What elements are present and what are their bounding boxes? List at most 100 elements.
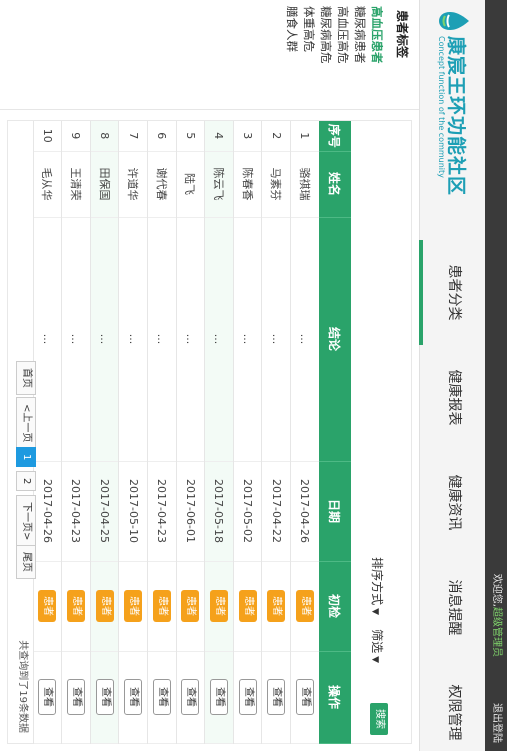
view-button[interactable]: 查看 [209, 679, 228, 715]
nav-label: 健康资讯 [446, 474, 462, 531]
table-row: 8 田保国 ... 2017-04-25 患者 查看 [90, 121, 119, 743]
top-bar: 欢迎您,超级管理员 退出登陆 [485, 0, 507, 751]
cell-check: 患者 [147, 561, 177, 651]
view-button[interactable]: 查看 [95, 679, 114, 715]
cell-action: 查看 [61, 651, 91, 743]
view-button[interactable]: 查看 [124, 679, 143, 715]
table-row: 3 陈春香 ... 2017-05-02 患者 查看 [233, 121, 262, 743]
sort-dropdown[interactable]: 排序方式 ▼ [369, 557, 386, 615]
nav-label: 权限管理 [446, 684, 462, 741]
logout-link[interactable]: 退出登陆 [485, 703, 507, 743]
logo-subtitle: Concept function of the community [437, 36, 446, 178]
cell-date: 2017-06-01 [176, 461, 205, 561]
first-page-button[interactable]: 首页 [16, 361, 36, 395]
toolbar: 排序方式 ▼ 筛选 ▼ 搜索 [363, 121, 411, 743]
cell-date: 2017-04-22 [261, 461, 291, 561]
main-panel: 排序方式 ▼ 筛选▼ 搜索 序号 姓名 结论 日期 初检 操作 1 骆祺瑞 ...… [7, 120, 412, 744]
patient-table: 序号 姓名 结论 日期 初检 操作 1 骆祺瑞 ... 2017-04-26 患… [33, 121, 351, 744]
search-button[interactable]: 搜索 [370, 703, 388, 735]
cell-date: 2017-05-10 [118, 461, 148, 561]
cell-action: 查看 [233, 651, 262, 743]
col-header-name: 姓名 [319, 151, 351, 217]
view-button[interactable]: 查看 [238, 679, 257, 715]
cell-no: 8 [90, 121, 119, 151]
total-count: 共查询到了19条数据 [17, 640, 28, 733]
cell-no: 1 [290, 121, 319, 151]
cell-action: 查看 [290, 651, 319, 743]
col-header-action: 操作 [319, 651, 351, 743]
caret-down-icon: ▼ [370, 608, 380, 615]
pagination: 首页 <上一页 1 2 下一页> 尾页 共查询到了19条数据 [14, 121, 38, 743]
nav-label: 消息提醒 [446, 579, 462, 636]
view-button[interactable]: 查看 [38, 679, 57, 715]
table-header-row: 序号 姓名 结论 日期 初检 操作 [319, 121, 351, 743]
cell-no: 6 [147, 121, 177, 151]
table-row: 9 王清荣 ... 2017-04-23 患者 查看 [61, 121, 91, 743]
nav-health-news[interactable]: 健康资讯 [419, 450, 485, 555]
cell-date: 2017-04-26 [290, 461, 319, 561]
cell-name: 谢代春 [147, 151, 177, 217]
nav-health-report[interactable]: 健康报表 [419, 345, 485, 450]
patient-badge: 患者 [267, 590, 286, 622]
cell-conclusion: ... [233, 217, 262, 461]
view-button[interactable]: 查看 [295, 679, 314, 715]
sidebar-item-diet-group[interactable]: 膳食人群 [283, 6, 300, 64]
filter-dropdown[interactable]: 筛选 ▼ [369, 629, 386, 663]
cell-conclusion: ... [61, 217, 91, 461]
sidebar-title: 患者标签 [395, 10, 409, 59]
nav-permission-management[interactable]: 权限管理 [419, 660, 485, 751]
nav-label: 患者分类 [446, 264, 462, 321]
cell-date: 2017-05-18 [204, 461, 234, 561]
cell-action: 查看 [147, 651, 177, 743]
table-row: 2 马素芬 ... 2017-04-22 患者 查看 [261, 121, 291, 743]
patient-badge: 患者 [38, 590, 57, 622]
cell-conclusion: ... [90, 217, 119, 461]
table-body: 1 骆祺瑞 ... 2017-04-26 患者 查看 2 马素芬 ... 201… [33, 121, 319, 743]
nav-patient-category[interactable]: 患者分类 [419, 240, 485, 345]
last-page-button[interactable]: 尾页 [16, 545, 36, 579]
sidebar-item-hypertension-risk[interactable]: 高血压高危 [334, 6, 351, 64]
patient-badge: 患者 [238, 590, 257, 622]
sidebar-item-diabetes-risk[interactable]: 糖尿病高危 [317, 6, 334, 64]
cell-conclusion: ... [118, 217, 148, 461]
cell-action: 查看 [118, 651, 148, 743]
cell-no: 9 [61, 121, 91, 151]
cell-conclusion: ... [261, 217, 291, 461]
current-user-link[interactable]: 超级管理员 [491, 607, 502, 657]
view-button[interactable]: 查看 [152, 679, 171, 715]
patient-badge: 患者 [95, 590, 114, 622]
sort-label: 排序方式 [370, 557, 384, 606]
patient-badge: 患者 [295, 590, 314, 622]
table-row: 7 许道华 ... 2017-05-10 患者 查看 [118, 121, 148, 743]
logo[interactable]: 康宸王环功能社区 Concept function of the communi… [429, 10, 473, 196]
sidebar-item-diabetes-patient[interactable]: 糖尿病患者 [351, 6, 368, 64]
patient-badge: 患者 [124, 590, 143, 622]
logo-name: 康宸王环功能社区 [445, 36, 467, 197]
caret-down-icon: ▼ [370, 656, 380, 663]
cell-check: 患者 [233, 561, 262, 651]
cell-no: 5 [176, 121, 205, 151]
patient-badge: 患者 [152, 590, 171, 622]
view-button[interactable]: 查看 [66, 679, 85, 715]
col-header-date: 日期 [319, 461, 351, 561]
sidebar-item-hypertension-patient[interactable]: 高血压患者 [368, 6, 385, 64]
cell-check: 患者 [204, 561, 234, 651]
cell-conclusion: ... [176, 217, 205, 461]
view-button[interactable]: 查看 [181, 679, 200, 715]
sidebar-item-weight-risk[interactable]: 体重高危 [300, 6, 317, 64]
cell-date: 2017-04-23 [61, 461, 91, 561]
cell-action: 查看 [261, 651, 291, 743]
app-screen: 欢迎您,超级管理员 退出登陆 康宸王环功能社区 Concept function… [0, 0, 507, 751]
next-page-button[interactable]: 下一页> [16, 495, 36, 548]
cell-conclusion: ... [147, 217, 177, 461]
cell-name: 王清荣 [61, 151, 91, 217]
prev-page-button[interactable]: <上一页 [16, 397, 36, 450]
cell-check: 患者 [261, 561, 291, 651]
cell-check: 患者 [176, 561, 205, 651]
view-button[interactable]: 查看 [267, 679, 286, 715]
page-number-2[interactable]: 2 [16, 471, 36, 492]
col-header-conclusion: 结论 [319, 217, 351, 461]
col-header-check: 初检 [319, 561, 351, 651]
page-number-1[interactable]: 1 [16, 447, 36, 468]
nav-message-reminder[interactable]: 消息提醒 [419, 555, 485, 660]
